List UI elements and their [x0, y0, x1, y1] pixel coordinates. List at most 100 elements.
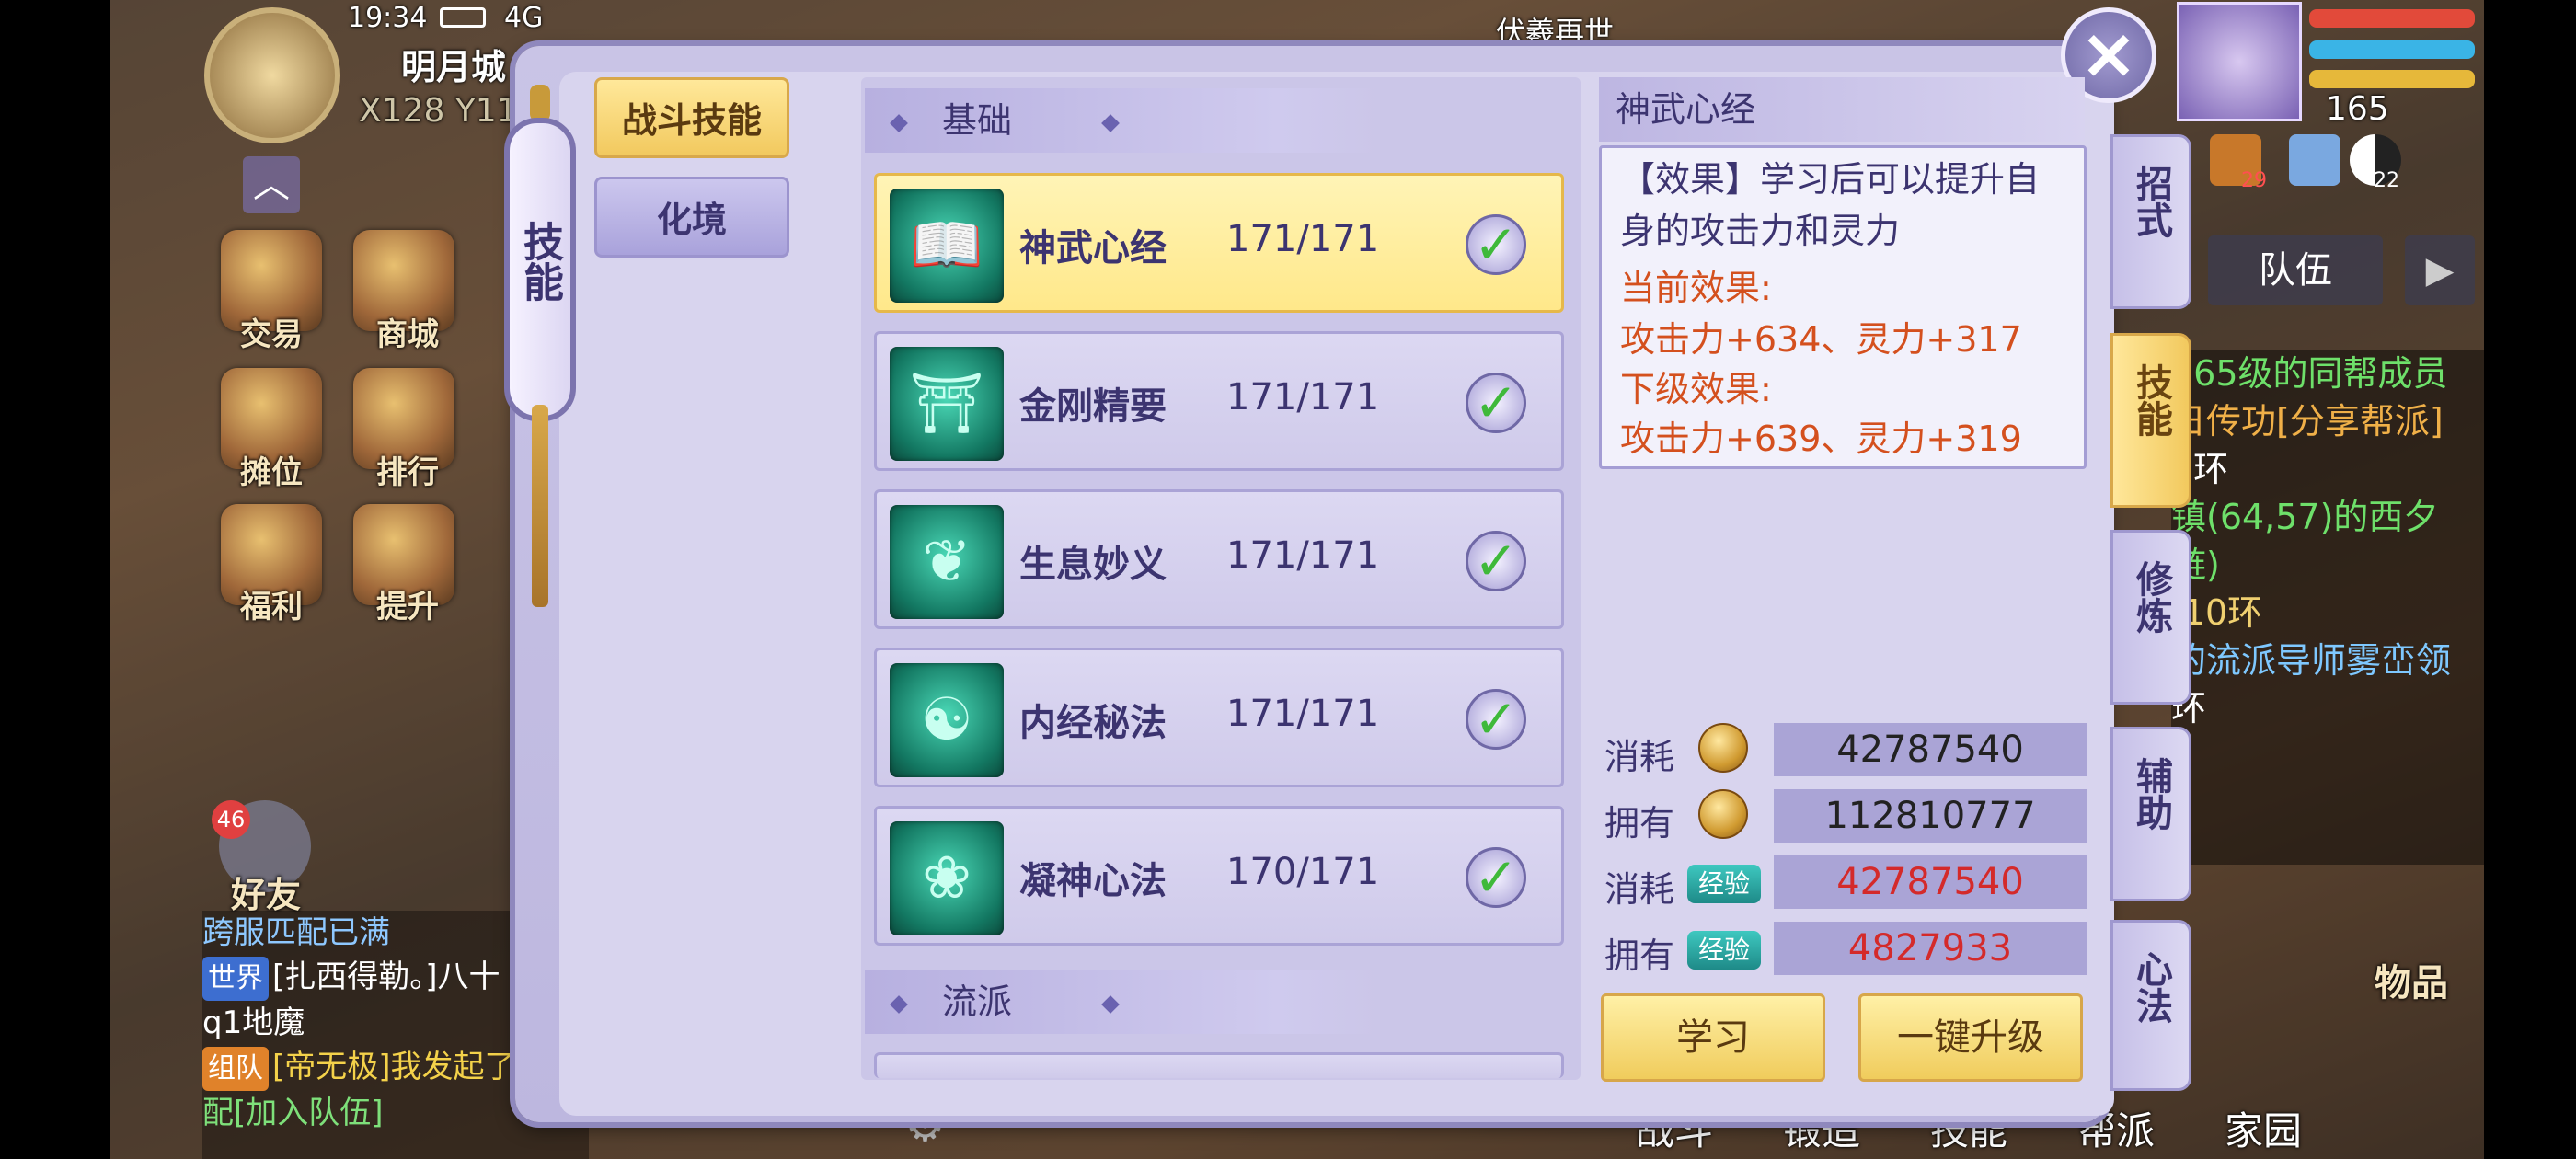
skill-leaf-icon: ❦: [890, 505, 1004, 619]
skill-scripture-icon: 📖: [890, 189, 1004, 303]
skill-row-partial[interactable]: [874, 1052, 1564, 1078]
upgrade-label: 提升: [376, 589, 439, 625]
chat-line: 镇(64,57)的西夕: [2171, 497, 2439, 537]
scroll-knob-icon: [530, 85, 550, 121]
cost-label: 消耗: [1604, 737, 1675, 777]
city-name: 明月城: [401, 47, 507, 87]
status-time: 19:34: [348, 2, 428, 34]
exp-icon: 经验: [1687, 931, 1761, 970]
chat-line: 165级的同帮成员: [2171, 353, 2448, 394]
skill-name: 凝神心法: [1019, 860, 1167, 902]
skill-meditation-icon: ☯: [890, 663, 1004, 777]
owned-value: 112810777: [1774, 789, 2087, 843]
skill-glyph: ❦: [922, 528, 972, 596]
cost-label: 消耗: [1604, 869, 1675, 910]
skill-level: 171/171: [1226, 534, 1380, 577]
stall-label: 摊位: [240, 454, 303, 491]
minimap-avatar[interactable]: [204, 7, 340, 143]
section-header-basic: 基础: [865, 88, 1380, 153]
check-icon: ✓: [1466, 531, 1526, 591]
skill-name: 金刚精要: [1019, 385, 1167, 428]
chat-text: [帝无极]我发起了: [272, 1049, 516, 1085]
gift-label: 福利: [240, 589, 303, 625]
tab-assist[interactable]: 辅助: [2110, 727, 2191, 901]
skill-row[interactable]: 📖 神武心经 171/171 ✓: [874, 173, 1564, 313]
check-icon: ✓: [1466, 847, 1526, 908]
rage-bar: [2309, 70, 2475, 88]
owned-value: 4827933: [1774, 922, 2087, 975]
diamond-icon: [1101, 113, 1120, 132]
chat-line: 链): [2171, 545, 2220, 585]
skill-glyph: ❀: [922, 844, 972, 912]
scroll-tab-label: 技能: [516, 221, 563, 302]
team-button[interactable]: 队伍: [2208, 235, 2383, 305]
portrait-avatar[interactable]: [2177, 2, 2302, 121]
tab-label: 技能: [2130, 363, 2172, 437]
buff-icon: [2289, 134, 2340, 186]
section-title: 流派: [942, 981, 1013, 1022]
mp-bar: [2309, 40, 2475, 59]
diamond-icon: [1101, 994, 1120, 1014]
chat-line: 日传功[分享帮派]: [2171, 401, 2444, 442]
chat-line: 的流派导师雾峦领: [2171, 640, 2452, 681]
category-huajing[interactable]: 化境: [594, 177, 789, 258]
skill-row[interactable]: ⛩ 金刚精要 171/171 ✓: [874, 331, 1564, 471]
current-effect-value: 攻击力+634、灵力+317: [1620, 319, 2022, 360]
right-chat-panel: 165级的同帮成员 日传功[分享帮派] 5环 镇(64,57)的西夕 链) /1…: [2171, 350, 2484, 865]
learn-button[interactable]: 学习: [1601, 993, 1825, 1082]
skill-level: 171/171: [1226, 218, 1380, 260]
collapse-chevron-icon[interactable]: ︿: [243, 156, 300, 213]
network-indicator: 4G: [504, 2, 544, 34]
detail-description: 【效果】学习后可以提升自身的攻击力和灵力 当前效果: 攻击力+634、灵力+31…: [1599, 145, 2087, 469]
tab-label: 招式: [2130, 165, 2172, 238]
chat-tag-world: 世界: [202, 957, 269, 1001]
skill-row[interactable]: ❦ 生息妙义 171/171 ✓: [874, 489, 1564, 629]
tab-mind-method[interactable]: 心法: [2110, 920, 2191, 1091]
exp-icon: 经验: [1687, 865, 1761, 903]
friends-label: 好友: [230, 875, 301, 915]
skill-row[interactable]: ☯ 内经秘法 171/171 ✓: [874, 648, 1564, 787]
skill-lotus-icon: ❀: [890, 821, 1004, 935]
chat-text: [扎西得勒。]八十: [272, 958, 500, 995]
skill-vajra-icon: ⛩: [890, 347, 1004, 461]
battery-icon: [440, 7, 486, 28]
skill-level: 171/171: [1226, 693, 1380, 735]
tab-skills[interactable]: 技能: [2110, 333, 2191, 508]
chat-line: 5环: [2171, 449, 2229, 489]
section-title: 基础: [942, 100, 1013, 141]
diamond-icon: [890, 994, 908, 1014]
category-combat-skills[interactable]: 战斗技能: [594, 77, 789, 158]
next-effect-label: 下级效果:: [1620, 369, 1772, 409]
skill-glyph: 📖: [910, 212, 983, 280]
chat-line: /10环: [2171, 592, 2263, 633]
detail-title: 神武心经: [1599, 77, 2085, 142]
cost-value: 42787540: [1774, 723, 2087, 776]
skill-name: 神武心经: [1019, 227, 1167, 270]
hp-bar: [2309, 9, 2475, 28]
next-effect-value: 攻击力+639、灵力+319: [1620, 419, 2022, 459]
current-effect-label: 当前效果:: [1620, 268, 1772, 308]
tassel-icon: [532, 405, 548, 607]
items-label[interactable]: 物品: [2352, 953, 2471, 1006]
friends-badge: 46: [212, 800, 250, 839]
skill-glyph: ☯: [920, 686, 973, 754]
cost-value: 42787540: [1774, 855, 2087, 909]
skill-name: 内经秘法: [1019, 702, 1167, 744]
trade-label: 交易: [240, 316, 303, 353]
owned-label: 拥有: [1604, 935, 1675, 976]
one-click-upgrade-button[interactable]: 一键升级: [1858, 993, 2083, 1082]
coin-icon: [1698, 723, 1748, 773]
effect-text: 【效果】学习后可以提升自身的攻击力和灵力: [1620, 159, 2041, 251]
bottom-menu-home[interactable]: 家园: [2225, 1100, 2302, 1156]
shop-label: 商城: [376, 316, 439, 353]
owned-label: 拥有: [1604, 803, 1675, 843]
tab-cultivation[interactable]: 修炼: [2110, 530, 2191, 705]
item-count: 22: [2374, 169, 2399, 192]
diamond-icon: [890, 113, 908, 132]
coords-readout: X128 Y11: [359, 92, 518, 130]
skill-level: 171/171: [1226, 376, 1380, 419]
play-arrow-icon[interactable]: ▶: [2405, 235, 2475, 305]
coin-icon: [1698, 789, 1748, 839]
tab-moves[interactable]: 招式: [2110, 134, 2191, 309]
skill-row[interactable]: ❀ 凝神心法 170/171 ✓: [874, 806, 1564, 946]
